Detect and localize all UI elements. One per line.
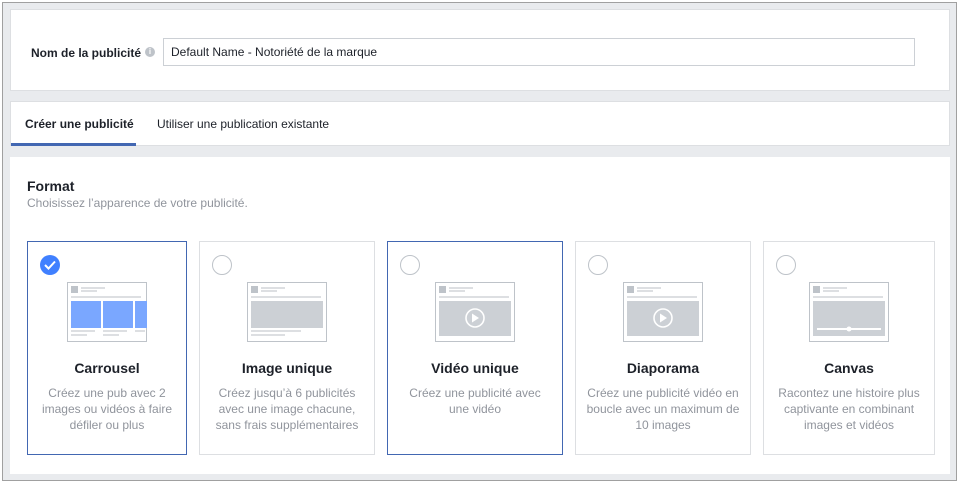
format-option-description: Créez jusqu’à 6 publicités avec une imag… — [215, 386, 359, 432]
ad-name-panel: Nom de la publicité i — [10, 9, 950, 91]
format-option-single-video[interactable]: Vidéo unique Créez une publicité avec un… — [387, 241, 563, 455]
format-option-description: Créez une publicité vidéo en boucle avec… — [586, 386, 740, 432]
format-option-canvas[interactable]: Canvas Racontez une histoire plus captiv… — [763, 241, 935, 455]
format-option-title: Carrousel — [74, 360, 140, 376]
single-image-thumbnail-icon — [247, 282, 327, 342]
slideshow-thumbnail-icon — [623, 282, 703, 342]
format-subtitle: Choisissez l’apparence de votre publicit… — [27, 196, 248, 210]
format-option-carousel[interactable]: Carrousel Créez une pub avec 2 images ou… — [27, 241, 187, 455]
format-option-description: Créez une publicité avec une vidéo — [409, 386, 541, 416]
format-option-description: Racontez une histoire plus captivante en… — [778, 386, 920, 432]
format-panel: Format Choisissez l’apparence de votre p… — [10, 157, 950, 474]
format-option-slideshow[interactable]: Diaporama Créez une publicité vidéo en b… — [575, 241, 751, 455]
info-icon[interactable]: i — [145, 47, 155, 57]
format-option-title: Vidéo unique — [431, 360, 519, 376]
radio-button[interactable] — [776, 255, 796, 275]
format-option-title: Image unique — [241, 360, 333, 376]
tab-create-ad[interactable]: Créer une publicité — [25, 102, 134, 147]
tab-use-existing-post[interactable]: Utiliser une publication existante — [157, 102, 329, 147]
carousel-thumbnail-icon — [67, 282, 147, 342]
radio-button[interactable] — [588, 255, 608, 275]
format-option-single-image[interactable]: Image unique Créez jusqu’à 6 publicités … — [199, 241, 375, 455]
ad-editor-frame: Nom de la publicité i Créer une publicit… — [2, 2, 957, 481]
ad-name-label: Nom de la publicité — [31, 46, 142, 60]
ad-name-input[interactable] — [163, 38, 915, 66]
radio-button[interactable] — [400, 255, 420, 275]
canvas-thumbnail-icon — [809, 282, 889, 342]
format-option-title: Diaporama — [626, 360, 700, 376]
format-title: Format — [27, 178, 75, 194]
selected-check-icon[interactable] — [40, 255, 60, 275]
single-video-thumbnail-icon — [435, 282, 515, 342]
format-option-title: Canvas — [824, 360, 874, 376]
creation-tabs: Créer une publicité Utiliser une publica… — [10, 101, 950, 146]
format-option-description: Créez une pub avec 2 images ou vidéos à … — [41, 386, 173, 432]
active-tab-indicator — [11, 143, 136, 146]
radio-button[interactable] — [212, 255, 232, 275]
